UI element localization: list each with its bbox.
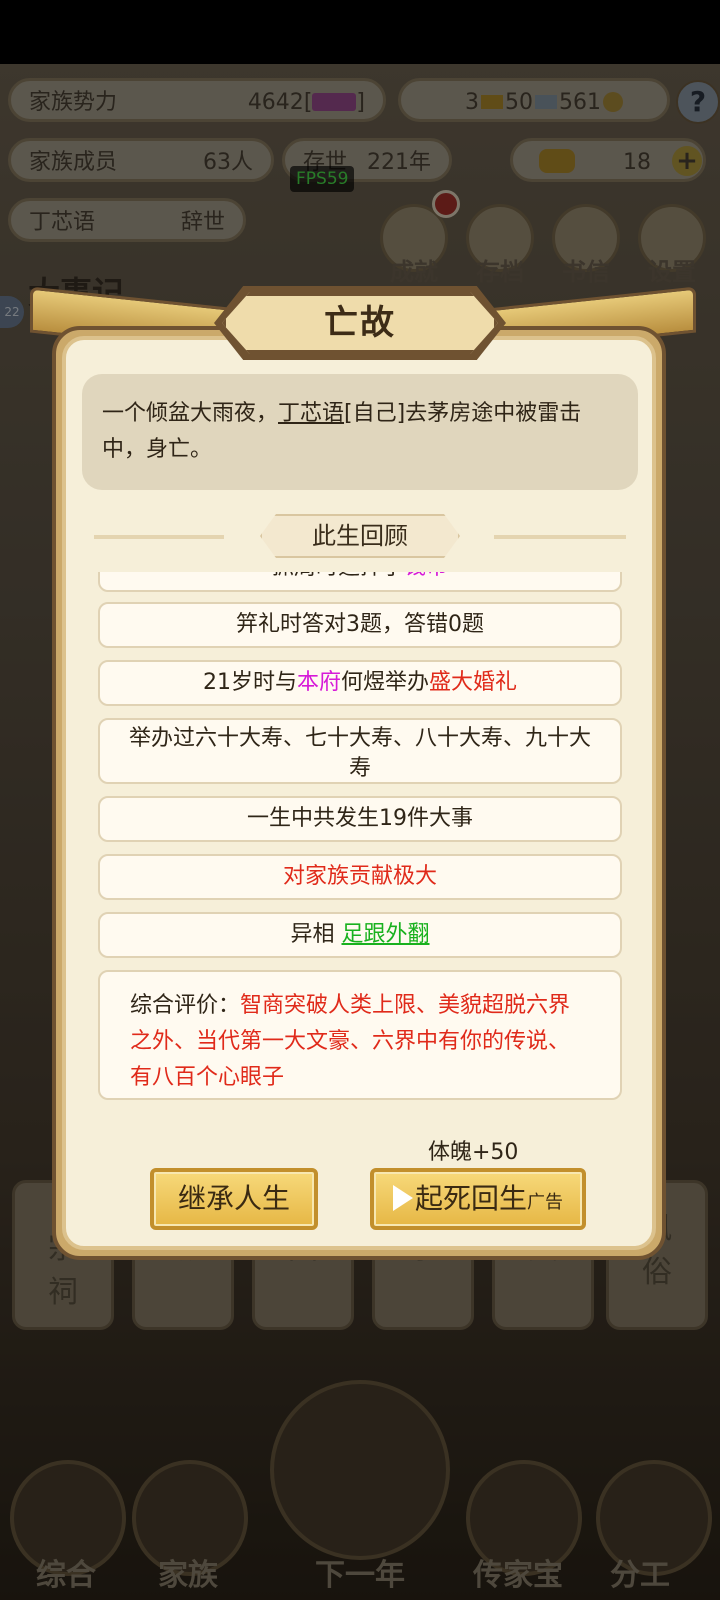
list-item: 异相 足跟外翻	[98, 912, 622, 958]
overall-evaluation: 综合评价：智商突破人类上限、美貌超脱六界之外、当代第一大文豪、六界中有你的传说、…	[98, 970, 622, 1100]
person-name-link[interactable]: 丁芯语	[278, 401, 344, 426]
list-item: 笄礼时答对3题，答错0题	[98, 602, 622, 648]
revive-button[interactable]: 起死回生广告	[370, 1168, 586, 1230]
list-item: 举办过六十大寿、七十大寿、八十大寿、九十大寿	[98, 718, 622, 784]
list-item: 对家族贡献极大	[98, 854, 622, 900]
dialog-title: 亡故	[324, 303, 396, 343]
ad-label: 广告	[527, 1192, 563, 1213]
list-item: 抓周时选择了钱币	[98, 572, 622, 592]
revive-label: 起死回生	[414, 1182, 527, 1215]
list-item: 一生中共发生19件大事	[98, 796, 622, 842]
play-icon	[392, 1185, 413, 1211]
life-review-list[interactable]: 抓周时选择了钱币 笄礼时答对3题，答错0题 21岁时与本府何煜举办盛大婚礼 举办…	[98, 572, 622, 1102]
death-description: 一个倾盆大雨夜，丁芯语[自己]去茅房途中被雷击中，身亡。	[82, 374, 638, 490]
status-bar	[0, 0, 720, 64]
list-item: 21岁时与本府何煜举办盛大婚礼	[98, 660, 622, 706]
life-review-header: 此生回顾	[94, 514, 626, 558]
inherit-life-button[interactable]: 继承人生	[150, 1168, 318, 1230]
bonus-text: 体魄+50	[428, 1140, 519, 1165]
life-review-title: 此生回顾	[312, 522, 408, 550]
